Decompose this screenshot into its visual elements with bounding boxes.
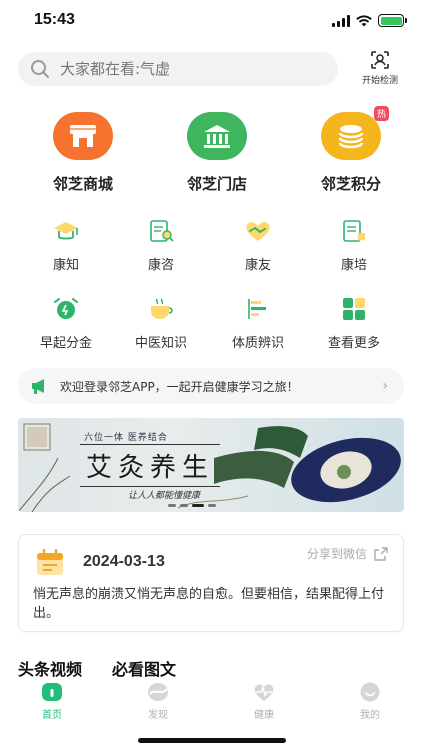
tab-articles[interactable]: 必看图文 [112, 656, 176, 680]
grid-label: 查看更多 [327, 336, 380, 351]
nav-discover[interactable]: 发现 [128, 682, 188, 721]
grid-item-kangzi[interactable]: 康咨 [111, 218, 211, 273]
banner-slogan: 让人人都能懂健康 [128, 491, 201, 501]
search-bar[interactable] [18, 52, 338, 86]
hot-badge: 热 [373, 106, 389, 121]
status-bar: 15:43 [0, 0, 422, 44]
grid-item-tcm[interactable]: 中医知识 [111, 296, 211, 351]
nav-profile-label: 我的 [360, 710, 380, 721]
face-scan-icon [371, 51, 389, 69]
store-label: 邻芝门店 [186, 175, 247, 193]
carousel-dots [168, 504, 216, 507]
grid-label: 康知 [52, 258, 79, 273]
notice-bar[interactable]: 欢迎登录邻芝APP，一起开启健康学习之旅！ › [18, 368, 404, 404]
tea-cup-icon [151, 298, 173, 319]
grid-label: 中医知识 [134, 336, 187, 351]
daily-quote-card[interactable]: 2024-03-13 分享到微信 悄无声息的崩溃又悄无声息的自愈。但要相信，结果… [18, 534, 404, 632]
share-label: 分享到微信 [306, 547, 367, 561]
nav-home-label: 首页 [42, 710, 62, 721]
store-entry[interactable]: 邻芝门店 [157, 112, 277, 194]
more-grid-icon [343, 298, 365, 320]
megaphone-icon [32, 379, 44, 394]
card-text: 悄无声息的崩溃又悄无声息的自愈。但要相信，结果配得上付出。 [33, 587, 385, 621]
grid-item-constitution[interactable]: 体质辨识 [208, 296, 308, 351]
grid-item-kangyou[interactable]: 康友 [208, 218, 308, 273]
points-label: 邻芝积分 [320, 175, 381, 193]
home-indicator [138, 738, 286, 743]
share-wechat-button[interactable]: 分享到微信 [307, 545, 389, 562]
calendar-icon [37, 549, 63, 575]
grid-label: 体质辨识 [231, 336, 284, 351]
grid-item-early-rise[interactable]: 早起分金 [16, 296, 116, 351]
main-entries: 邻芝商城 邻芝门店 热 邻芝积分 [0, 106, 422, 196]
heartbeat-icon [254, 684, 274, 701]
nav-profile[interactable]: 我的 [340, 682, 400, 721]
nav-health-label: 健康 [254, 710, 274, 721]
grid-label: 康咨 [147, 258, 174, 273]
wifi-icon [356, 14, 372, 26]
signal-icon [332, 14, 350, 27]
chart-icon [248, 299, 266, 319]
nav-discover-label: 发现 [148, 710, 168, 721]
shop-label: 邻芝商城 [52, 175, 113, 193]
training-icon [343, 220, 365, 242]
notice-text: 欢迎登录邻芝APP，一起开启健康学习之旅！ [60, 379, 299, 394]
alarm-clock-icon [54, 298, 78, 319]
scan-label: 开始检测 [361, 76, 398, 86]
points-entry[interactable]: 热 邻芝积分 [291, 106, 411, 194]
tab-videos[interactable]: 头条视频 [18, 656, 82, 680]
nav-health[interactable]: 健康 [234, 682, 294, 721]
promo-banner[interactable]: 六位一体 医养结合 艾灸养生 让人人都能懂健康 [18, 418, 404, 512]
search-input[interactable] [60, 60, 310, 78]
banner-subtitle: 六位一体 医养结合 [84, 433, 168, 443]
content-tabs: 头条视频 必看图文 [18, 656, 176, 680]
consult-icon [150, 220, 174, 242]
grid-item-kangpei[interactable]: 康培 [304, 218, 404, 273]
shop-entry[interactable]: 邻芝商城 [23, 112, 143, 194]
home-icon [42, 683, 62, 701]
share-icon [374, 546, 388, 561]
chevron-right-icon: › [382, 378, 388, 394]
status-time: 15:43 [34, 11, 75, 28]
scan-button[interactable]: 开始检测 [354, 50, 406, 86]
search-icon [31, 60, 49, 78]
nav-home[interactable]: 首页 [22, 682, 82, 721]
shop-icon [53, 112, 113, 160]
discover-icon [148, 683, 168, 701]
status-icons [332, 14, 407, 27]
grid-item-kangzhi[interactable]: 康知 [16, 218, 116, 273]
battery-icon [378, 14, 407, 27]
banner-title: 艾灸养生 [80, 444, 221, 487]
grid-item-more[interactable]: 查看更多 [304, 296, 404, 351]
grid-label: 康友 [244, 258, 271, 273]
graduation-cap-icon [54, 222, 78, 240]
grid-label: 康培 [340, 258, 367, 273]
card-date: 2024-03-13 [83, 553, 165, 570]
profile-icon [360, 682, 380, 702]
points-icon: 热 [321, 106, 389, 160]
store-icon [187, 112, 247, 160]
handshake-icon [246, 222, 270, 241]
grid-label: 早起分金 [39, 336, 92, 351]
